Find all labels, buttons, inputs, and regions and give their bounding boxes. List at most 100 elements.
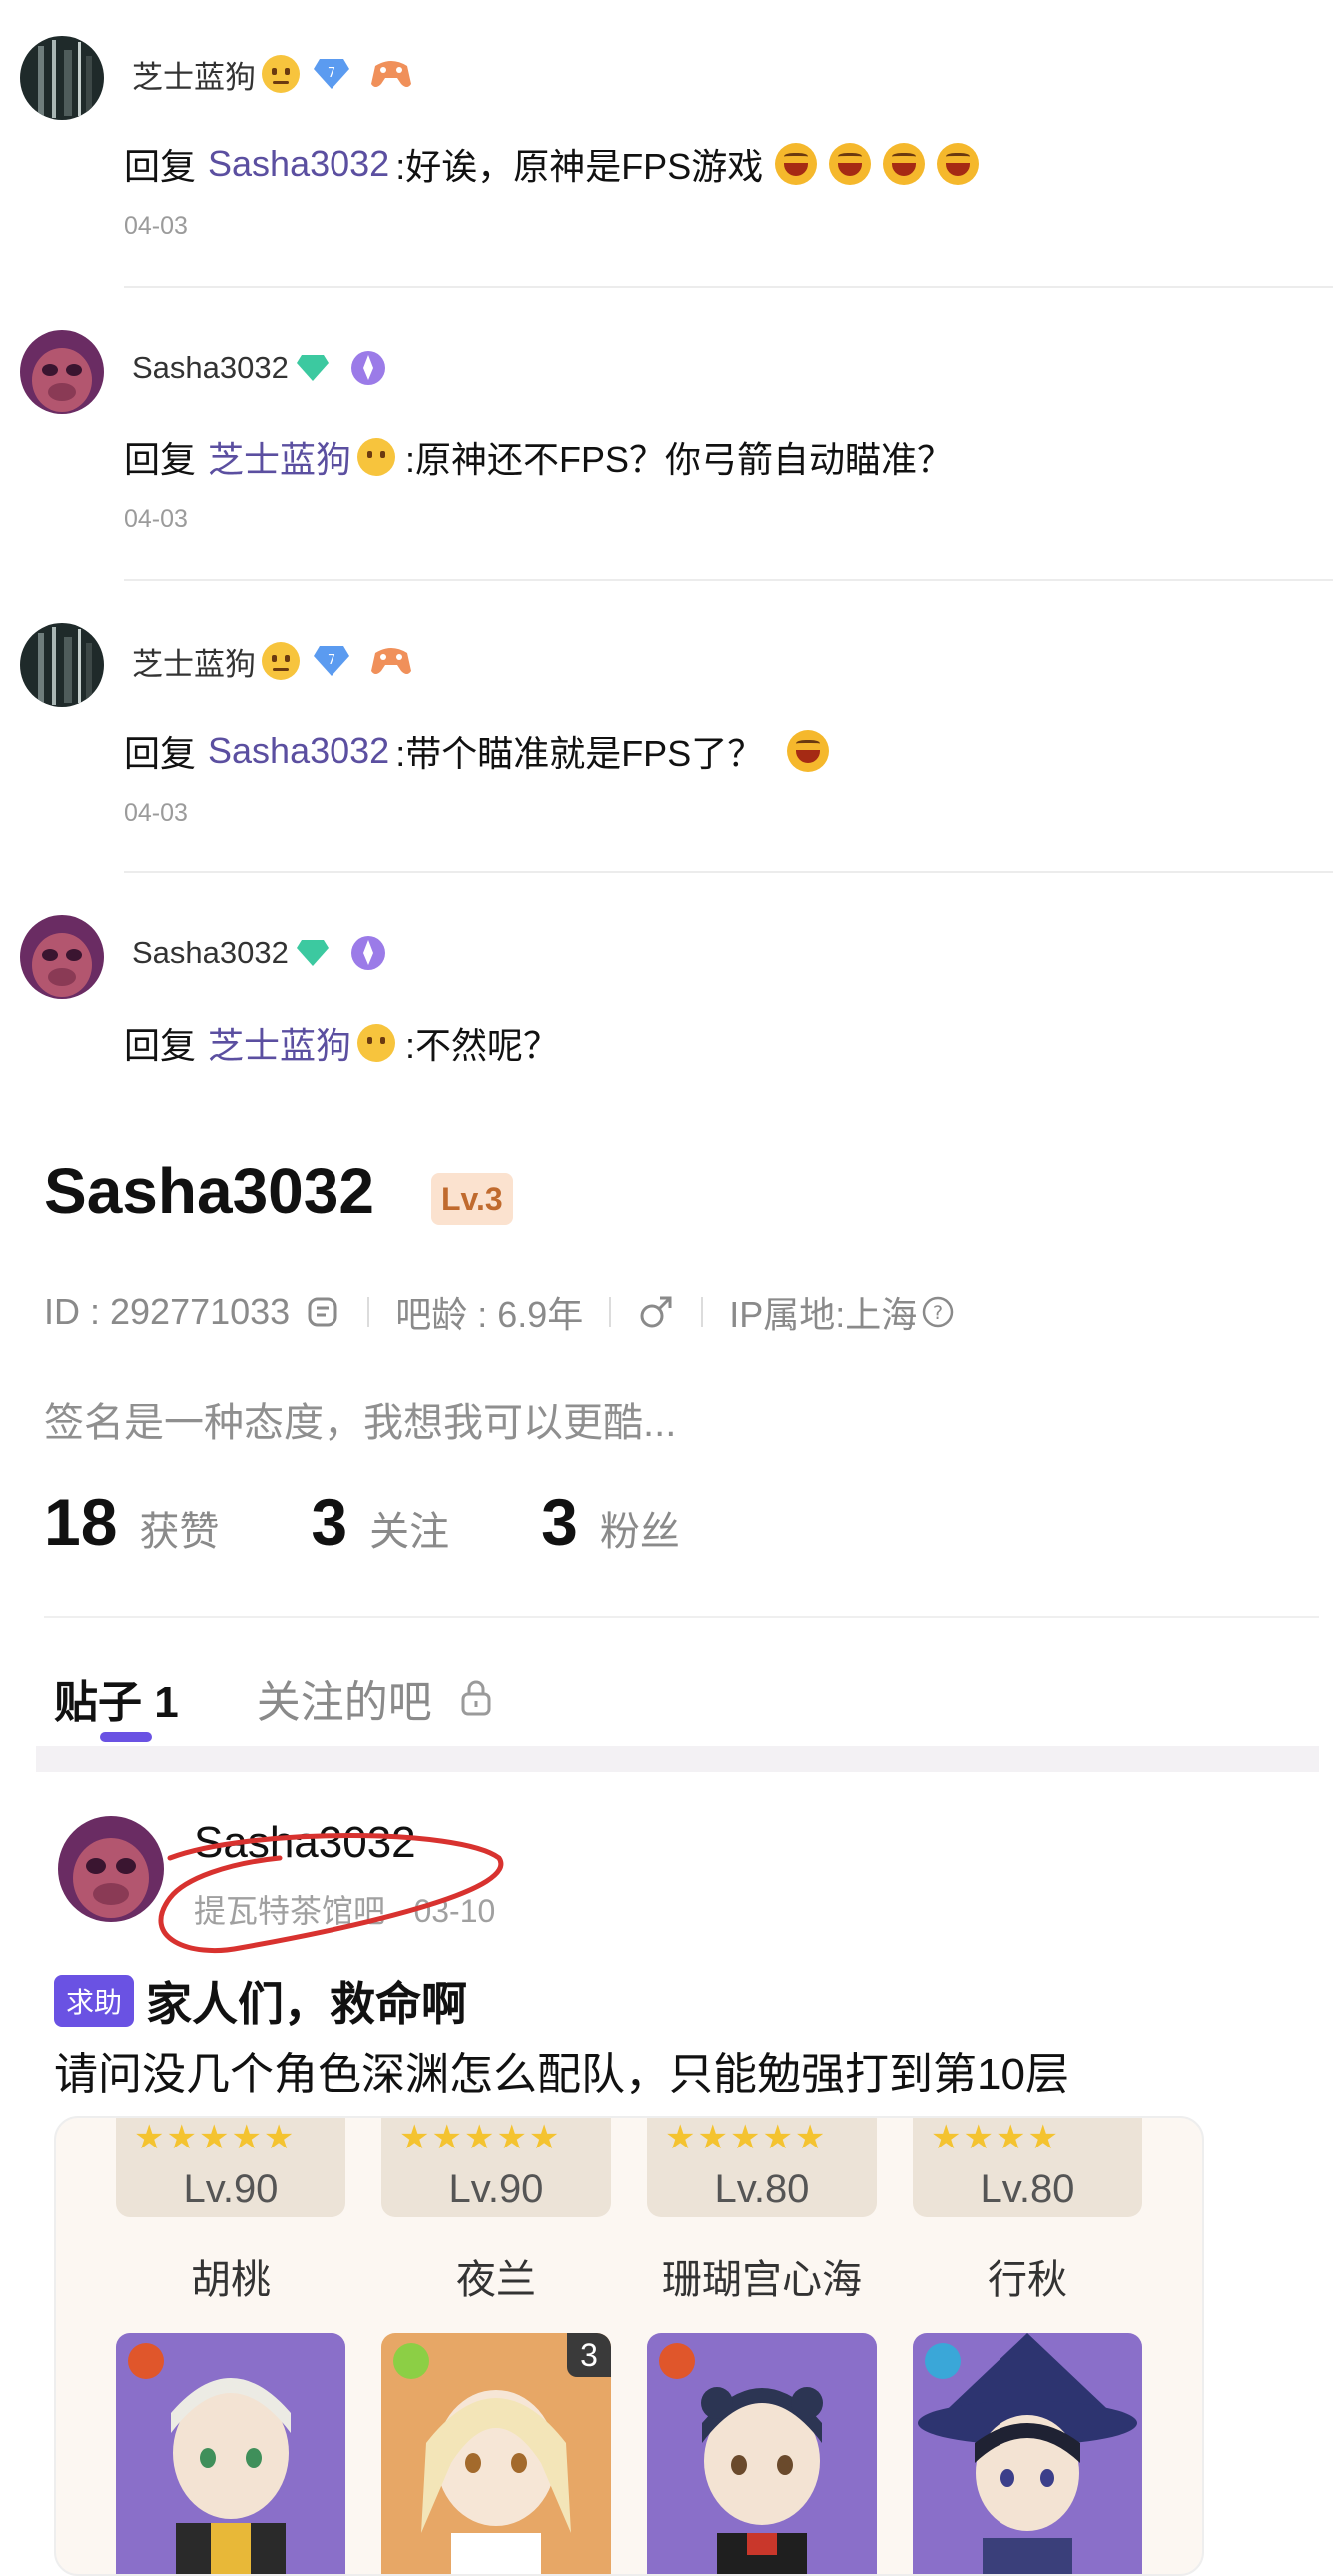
shocked-emoji-icon bbox=[787, 730, 830, 772]
rocket-badge-icon bbox=[350, 351, 385, 385]
reply-content: :好诶，原神是FPS游戏 bbox=[395, 146, 764, 187]
laughing-emoji-icon bbox=[775, 143, 818, 185]
mention-link[interactable]: 芝士蓝狗 bbox=[208, 431, 351, 483]
separator bbox=[701, 1297, 704, 1327]
username-row: Sasha3032 bbox=[132, 346, 388, 390]
character-name: 夜兰 bbox=[456, 2258, 536, 2302]
svg-text:7: 7 bbox=[328, 66, 335, 81]
signature: 签名是一种态度，我想我可以更酷... bbox=[44, 1401, 677, 1445]
profile-meta-row: ID : 292771033 吧龄 : 6.9年 IP属地:上海 ? bbox=[44, 1288, 955, 1336]
diamond-gem-icon bbox=[296, 940, 329, 966]
rocket-badge-icon bbox=[350, 936, 385, 970]
character-card: ★★★★ Lv.80 bbox=[913, 2118, 1142, 2217]
reply-content: :带个瞄准就是FPS了？ bbox=[395, 733, 764, 774]
username[interactable]: Sasha3032 bbox=[132, 350, 289, 386]
stat-label: 粉丝 bbox=[599, 1510, 680, 1554]
username-row: 芝士蓝狗 7 bbox=[132, 639, 413, 683]
separator bbox=[367, 1297, 370, 1327]
avatar[interactable] bbox=[20, 915, 104, 999]
rarity-stars: ★★★★★ bbox=[665, 2119, 828, 2156]
profile-tabs: 贴子 1 关注的吧 bbox=[54, 1666, 494, 1742]
mention-link[interactable]: 芝士蓝狗 bbox=[208, 1017, 351, 1069]
separator bbox=[609, 1297, 612, 1327]
laughing-emoji-icon bbox=[937, 143, 980, 185]
bar-age: 吧龄 : 6.9年 bbox=[395, 1294, 584, 1335]
character-portrait: 3 bbox=[381, 2333, 611, 2574]
lock-icon bbox=[461, 1680, 491, 1716]
avatar[interactable] bbox=[20, 330, 104, 414]
reply-text: 回复 芝士蓝狗 :原神还不FPS？你弓箭自动瞄准？ bbox=[124, 431, 953, 483]
character-level: Lv.80 bbox=[714, 2167, 810, 2211]
emoji-icon bbox=[262, 55, 300, 93]
mention-link[interactable]: Sasha3032 bbox=[208, 730, 389, 772]
level-gem-icon: 7 bbox=[314, 646, 349, 676]
reply-label: 回复 bbox=[124, 733, 197, 774]
stat-number: 18 bbox=[44, 1485, 118, 1559]
stat-number: 3 bbox=[311, 1485, 348, 1559]
username[interactable]: 芝士蓝狗 bbox=[132, 52, 256, 97]
tab-posts[interactable]: 贴子 1 bbox=[54, 1666, 179, 1742]
username-row: 芝士蓝狗 7 bbox=[132, 52, 413, 96]
tab-followed-bars[interactable]: 关注的吧 bbox=[257, 1666, 494, 1730]
post-body: 请问没几个角色深渊怎么配队，只能勉强打到第10层 bbox=[54, 2050, 1069, 2099]
divider bbox=[124, 579, 1333, 581]
stats-row: 18 获赞 3 关注 3 粉丝 bbox=[44, 1484, 772, 1560]
mention-link[interactable]: Sasha3032 bbox=[208, 143, 389, 185]
character-level: Lv.80 bbox=[980, 2167, 1075, 2211]
male-gender-icon bbox=[640, 1296, 672, 1328]
section-separator bbox=[36, 1746, 1319, 1772]
laughing-emoji-icon bbox=[829, 143, 872, 185]
reply-label: 回复 bbox=[124, 1025, 197, 1066]
avatar[interactable] bbox=[20, 36, 104, 120]
tab-label: 关注的吧 bbox=[256, 1678, 432, 1727]
avatar[interactable] bbox=[20, 623, 104, 707]
divider bbox=[124, 871, 1333, 873]
username[interactable]: 芝士蓝狗 bbox=[132, 639, 256, 684]
level-gem-icon: 7 bbox=[314, 59, 349, 89]
post-title: 家人们，救命啊 bbox=[146, 1978, 468, 2030]
character-name: 行秋 bbox=[988, 2258, 1067, 2302]
laughing-emoji-icon bbox=[883, 143, 926, 185]
reply-content: :不然呢？ bbox=[405, 1025, 560, 1066]
reply-content: :原神还不FPS？你弓箭自动瞄准？ bbox=[405, 439, 954, 480]
emoji-icon bbox=[357, 1024, 396, 1062]
character-portrait bbox=[647, 2333, 877, 2574]
level-badge: Lv.3 bbox=[431, 1173, 513, 1225]
reply-date: 04-03 bbox=[124, 799, 188, 827]
reply-date: 04-03 bbox=[124, 212, 188, 240]
username[interactable]: Sasha3032 bbox=[132, 935, 289, 971]
character-name: 胡桃 bbox=[191, 2258, 271, 2302]
diamond-gem-icon bbox=[296, 355, 329, 381]
reply-text: 回复 芝士蓝狗 :不然呢？ bbox=[124, 1017, 559, 1069]
stat-label: 获赞 bbox=[139, 1510, 220, 1554]
red-annotation-circle bbox=[158, 1833, 504, 1954]
rarity-stars: ★★★★★ bbox=[134, 2119, 297, 2156]
character-card: ★★★★★ Lv.80 bbox=[647, 2118, 877, 2217]
rarity-stars: ★★★★ bbox=[931, 2119, 1060, 2156]
gamepad-badge-icon bbox=[371, 61, 411, 87]
reply-text: 回复 Sasha3032 :好诶，原神是FPS游戏 bbox=[124, 138, 980, 190]
constellation-badge: 3 bbox=[567, 2333, 611, 2377]
help-tag: 求助 bbox=[54, 1975, 135, 2027]
stat-followers[interactable]: 3 粉丝 bbox=[541, 1484, 680, 1560]
stat-label: 关注 bbox=[369, 1510, 450, 1554]
post-title-row[interactable]: 求助 家人们，救命啊 bbox=[54, 1968, 467, 2034]
stat-following[interactable]: 3 关注 bbox=[311, 1484, 449, 1560]
ip-location: IP属地:上海 bbox=[729, 1294, 918, 1335]
character-card: ★★★★★ Lv.90 bbox=[116, 2118, 345, 2217]
svg-text:7: 7 bbox=[328, 653, 335, 668]
character-portrait bbox=[913, 2333, 1142, 2574]
divider bbox=[44, 1616, 1319, 1618]
help-icon[interactable]: ? bbox=[921, 1295, 955, 1329]
emoji-icon bbox=[262, 642, 300, 680]
copy-icon[interactable] bbox=[304, 1293, 341, 1331]
reply-label: 回复 bbox=[124, 439, 197, 480]
svg-text:?: ? bbox=[933, 1302, 943, 1324]
post-image[interactable]: ★★★★★ Lv.90 ★★★★★ Lv.90 ★★★★★ Lv.80 ★★★★… bbox=[54, 2116, 1204, 2576]
user-id: ID : 292771033 bbox=[44, 1291, 291, 1332]
reply-date: 04-03 bbox=[124, 505, 188, 533]
reply-label: 回复 bbox=[124, 146, 197, 187]
character-portrait bbox=[116, 2333, 345, 2574]
stat-likes[interactable]: 18 获赞 bbox=[44, 1484, 219, 1560]
character-card: ★★★★★ Lv.90 bbox=[381, 2118, 611, 2217]
